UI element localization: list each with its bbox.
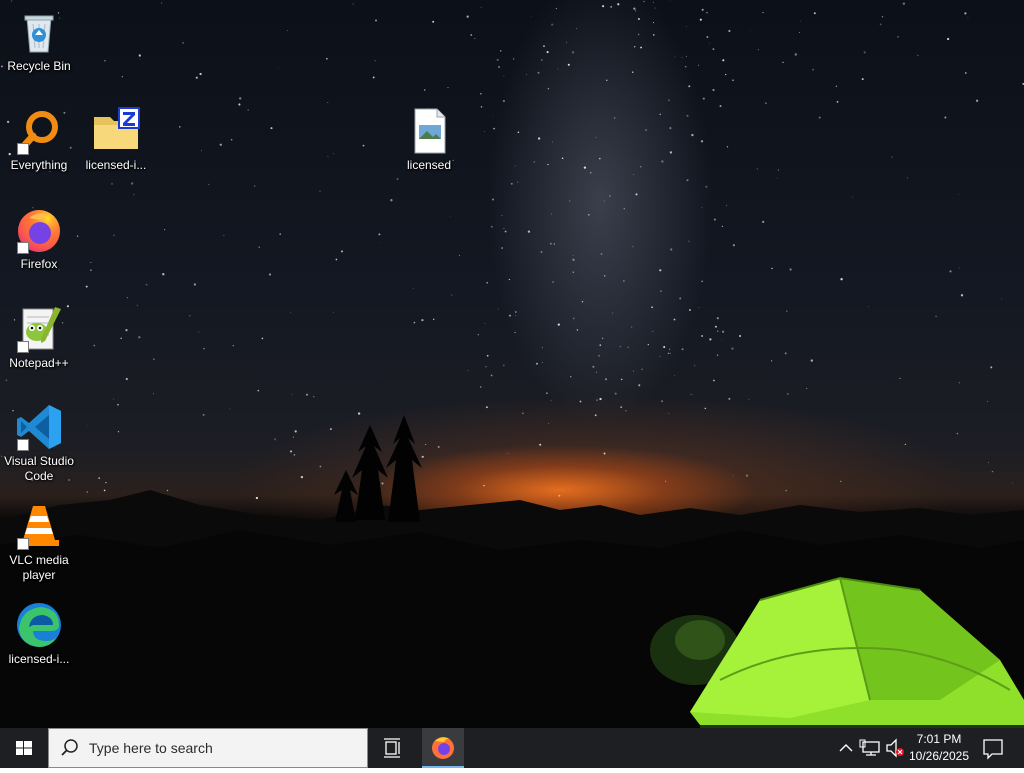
desktop-icon-label: Everything [10, 158, 68, 172]
start-button[interactable] [0, 728, 48, 768]
taskbar-firefox-button[interactable] [422, 728, 464, 768]
firefox-icon [432, 737, 454, 759]
desktop-icon-firefox[interactable]: Firefox [1, 206, 77, 272]
desktop-icon-edge-licensed[interactable]: licensed-i... [1, 601, 77, 667]
taskbar: Type here to search 7:01 PM 10/26/2025 [0, 728, 1024, 768]
desktop-icon-label: licensed [406, 158, 452, 172]
windows-logo-icon [16, 741, 32, 755]
desktop-icon-label: licensed-i... [8, 652, 70, 666]
notification-icon [983, 739, 1003, 760]
shortcut-arrow-icon [17, 242, 29, 254]
shortcut-arrow-icon [17, 439, 29, 451]
edge-icon [15, 601, 63, 649]
task-view-button[interactable] [372, 728, 412, 768]
shortcut-arrow-icon [17, 538, 29, 550]
taskbar-search-box[interactable]: Type here to search [48, 728, 368, 768]
desktop-icon-label: Firefox [20, 257, 58, 271]
recycle-bin-icon [15, 8, 63, 56]
image-file-icon [405, 107, 453, 155]
desktop-icon-label: licensed-i... [85, 158, 147, 172]
desktop-icon-label: Visual Studio Code [4, 454, 74, 483]
desktop-icon-vscode[interactable]: Visual Studio Code [1, 403, 77, 484]
action-center-button[interactable] [978, 728, 1008, 768]
volume-muted-icon [886, 738, 904, 758]
shortcut-arrow-icon [17, 341, 29, 353]
search-icon [61, 739, 78, 756]
zip-folder-icon [92, 107, 140, 155]
desktop-icon-everything[interactable]: Everything [1, 107, 77, 173]
desktop-icon-notepad-plus-plus[interactable]: Notepad++ [1, 305, 77, 371]
clock-date: 10/26/2025 [908, 749, 970, 763]
desktop-icon-label: Notepad++ [9, 356, 69, 370]
desktop-icon-label: Recycle Bin [7, 59, 71, 73]
desktop-icon-label: VLC media player [9, 553, 69, 582]
desktop-icon-vlc[interactable]: VLC media player [1, 502, 77, 583]
search-placeholder: Type here to search [89, 740, 213, 756]
volume-tray-button[interactable] [884, 728, 906, 768]
task-view-icon [384, 738, 400, 758]
show-hidden-icons-button[interactable] [836, 728, 856, 768]
everything-search-icon [15, 107, 63, 155]
vscode-icon [15, 403, 63, 451]
taskbar-clock[interactable]: 7:01 PM 10/26/2025 [906, 731, 972, 765]
network-tray-button[interactable] [858, 728, 884, 768]
desktop-background[interactable]: Recycle Bin Everything licensed-i... lic… [0, 0, 1024, 728]
firefox-icon [15, 206, 63, 254]
clock-time: 7:01 PM [916, 732, 962, 746]
chevron-up-icon [839, 744, 853, 752]
shortcut-arrow-icon [17, 143, 29, 155]
desktop-icon-recycle-bin[interactable]: Recycle Bin [1, 8, 77, 74]
vlc-icon [15, 502, 63, 550]
notepad-plus-plus-icon [15, 305, 63, 353]
desktop-icon-licensed-image[interactable]: licensed [391, 107, 467, 173]
network-icon [859, 739, 880, 756]
desktop-icon-zip-folder[interactable]: licensed-i... [78, 107, 154, 173]
